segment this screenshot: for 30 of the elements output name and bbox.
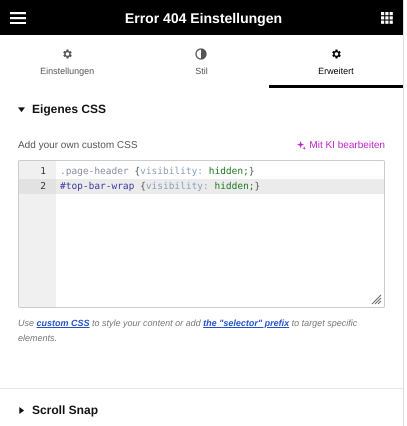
code-token: #top-bar-wrap	[60, 181, 134, 192]
panel-title: Error 404 Einstellungen	[124, 10, 282, 26]
resize-handle-icon[interactable]	[371, 294, 382, 305]
code-token: hidden;	[214, 181, 255, 192]
gear-icon	[330, 48, 342, 60]
field-label: Add your own custom CSS	[18, 140, 138, 151]
caret-right-icon	[18, 406, 25, 414]
gear-icon	[61, 48, 74, 60]
section-header[interactable]: Eigenes CSS	[18, 102, 106, 116]
code-token: hidden;	[208, 166, 249, 177]
code-token: }	[248, 166, 255, 177]
line-number: 2	[19, 179, 56, 194]
code-token: }	[254, 181, 260, 192]
code-token: visibility:	[146, 181, 209, 192]
help-link[interactable]: custom CSS	[36, 318, 90, 328]
sparkle-icon	[297, 141, 306, 150]
code-token: {	[140, 181, 146, 192]
code-token: .page-header	[60, 166, 129, 177]
help-text: Use custom CSS to style your content or add the "selector" prefix to target specific elements.	[18, 317, 358, 345]
code-token: {	[134, 166, 140, 177]
contrast-icon	[195, 48, 208, 60]
code-editor[interactable]: 1 2 .page-header {visibility: hidden;} #top-bar-wrap {visibility: hidden;}	[18, 160, 385, 308]
caret-down-icon	[18, 106, 25, 112]
help-link[interactable]: the "selector" prefix	[203, 318, 290, 328]
grid-icon[interactable]	[380, 12, 393, 24]
section-header[interactable]: Scroll Snap	[18, 403, 98, 417]
line-number: 1	[39, 165, 47, 179]
code-token: visibility:	[140, 166, 204, 177]
menu-icon[interactable]	[10, 12, 26, 24]
ai-edit-button[interactable]: Mit KI bearbeiten	[297, 140, 385, 151]
